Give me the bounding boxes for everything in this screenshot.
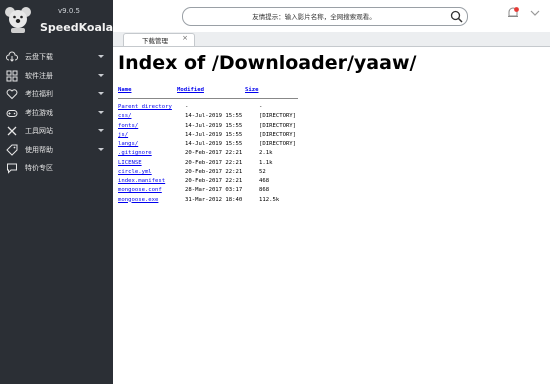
sidebar: v9.0.5 SpeedKoala 云盘下载 软件注册 考拉福利 考拉游戏 工具 xyxy=(0,0,113,384)
modified-cell: 14-Jul-2019 15:55 xyxy=(185,122,243,129)
column-header-modified[interactable]: Modified xyxy=(177,87,204,93)
file-link[interactable]: js/ xyxy=(118,132,128,138)
page-title: Index of /Downloader/yaaw/ xyxy=(118,52,417,74)
modified-cell: 31-Mar-2012 18:40 xyxy=(185,196,243,203)
cloud-download-icon xyxy=(6,51,18,63)
tools-icon xyxy=(6,125,18,137)
modified-cell: 28-Mar-2017 03:17 xyxy=(185,187,243,194)
tag-icon xyxy=(6,144,18,156)
app-header: v9.0.5 SpeedKoala xyxy=(0,0,113,48)
size-cell: 2.1k xyxy=(259,150,273,157)
chevron-down-icon xyxy=(98,129,104,132)
page-content: Index of /Downloader/yaaw/ Name Modified… xyxy=(118,52,546,203)
size-cell: [DIRECTORY] xyxy=(259,122,297,129)
file-link[interactable]: langs/ xyxy=(118,141,138,147)
size-cell: - xyxy=(259,104,263,110)
file-link[interactable]: css/ xyxy=(118,113,131,119)
heart-icon xyxy=(6,88,18,100)
chevron-down-icon xyxy=(98,55,104,58)
modified-cell: 20-Feb-2017 22:21 xyxy=(185,150,243,157)
size-cell: 1.1k xyxy=(259,159,273,166)
modified-cell: 20-Feb-2017 22:21 xyxy=(185,159,243,166)
size-cell: [DIRECTORY] xyxy=(259,141,297,147)
sidebar-item-label: 特价专区 xyxy=(25,164,53,173)
chevron-down-icon xyxy=(98,147,104,151)
gamepad-icon xyxy=(6,107,18,119)
file-link[interactable]: mongoose.exe xyxy=(118,197,158,203)
modified-cell: - xyxy=(185,104,189,110)
sidebar-item-label: 考拉福利 xyxy=(25,90,53,99)
modified-cell: 20-Feb-2017 22:21 xyxy=(185,168,243,175)
sidebar-item-cloud-download[interactable]: 云盘下载 xyxy=(0,48,113,67)
sidebar-item-label: 工具网站 xyxy=(25,127,53,136)
size-cell: 112.5k xyxy=(259,196,280,203)
chevron-down-icon xyxy=(98,92,104,95)
sidebar-item-tool-sites[interactable]: 工具网站 xyxy=(0,122,113,141)
notification-icon[interactable] xyxy=(506,6,520,20)
file-link[interactable]: index.manifest xyxy=(118,178,165,184)
search-icon[interactable] xyxy=(450,10,463,23)
chevron-down-icon[interactable] xyxy=(530,9,540,17)
search-input[interactable]: 友情提示：输入影片名称，全网搜索观看。 xyxy=(182,7,468,26)
sidebar-item-koala-games[interactable]: 考拉游戏 xyxy=(0,104,113,123)
divider xyxy=(118,98,298,99)
size-cell: [DIRECTORY] xyxy=(259,131,297,138)
sidebar-item-koala-welfare[interactable]: 考拉福利 xyxy=(0,85,113,104)
modified-cell: 20-Feb-2017 22:21 xyxy=(185,178,243,184)
grid-icon xyxy=(6,70,18,82)
file-link[interactable]: LICENSE xyxy=(118,160,142,166)
app-version: v9.0.5 xyxy=(58,7,80,15)
top-bar: 友情提示：输入影片名称，全网搜索观看。 xyxy=(113,0,550,32)
app-name: SpeedKoala xyxy=(40,21,114,34)
size-cell: 468 xyxy=(259,178,270,184)
tab-bar: 下载管理 × xyxy=(113,32,550,47)
modified-cell: 14-Jul-2019 15:55 xyxy=(185,113,243,120)
sidebar-item-special-offers[interactable]: 特价专区 xyxy=(0,159,113,178)
tab-download-manager[interactable]: 下载管理 × xyxy=(123,33,195,46)
sidebar-item-label: 考拉游戏 xyxy=(25,108,53,117)
sidebar-item-label: 云盘下载 xyxy=(25,53,53,62)
modified-cell: 14-Jul-2019 15:55 xyxy=(185,141,243,147)
file-link[interactable]: .gitignore xyxy=(118,150,152,156)
file-link[interactable]: fonts/ xyxy=(118,123,138,129)
chat-icon xyxy=(6,162,18,174)
sidebar-item-label: 软件注册 xyxy=(25,71,53,80)
column-header-name[interactable]: Name xyxy=(118,87,131,93)
tab-label: 下载管理 xyxy=(142,37,168,45)
sidebar-item-label: 使用帮助 xyxy=(25,145,53,154)
size-cell: 868 xyxy=(259,187,270,194)
sidebar-item-help[interactable]: 使用帮助 xyxy=(0,141,113,160)
sidebar-item-software-register[interactable]: 软件注册 xyxy=(0,67,113,86)
search-hint: 友情提示：输入影片名称，全网搜索观看。 xyxy=(252,13,376,21)
file-link[interactable]: Parent directory xyxy=(118,104,172,110)
file-link[interactable]: circle.yml xyxy=(118,169,152,175)
file-link[interactable]: mongoose.conf xyxy=(118,187,162,193)
column-header-size[interactable]: Size xyxy=(245,87,258,93)
close-icon[interactable]: × xyxy=(182,34,188,42)
koala-logo-icon xyxy=(5,7,31,33)
size-cell: [DIRECTORY] xyxy=(259,113,297,120)
chevron-down-icon xyxy=(98,110,104,114)
chevron-down-icon xyxy=(98,73,104,77)
size-cell: 52 xyxy=(259,168,266,175)
modified-cell: 14-Jul-2019 15:55 xyxy=(185,131,243,138)
